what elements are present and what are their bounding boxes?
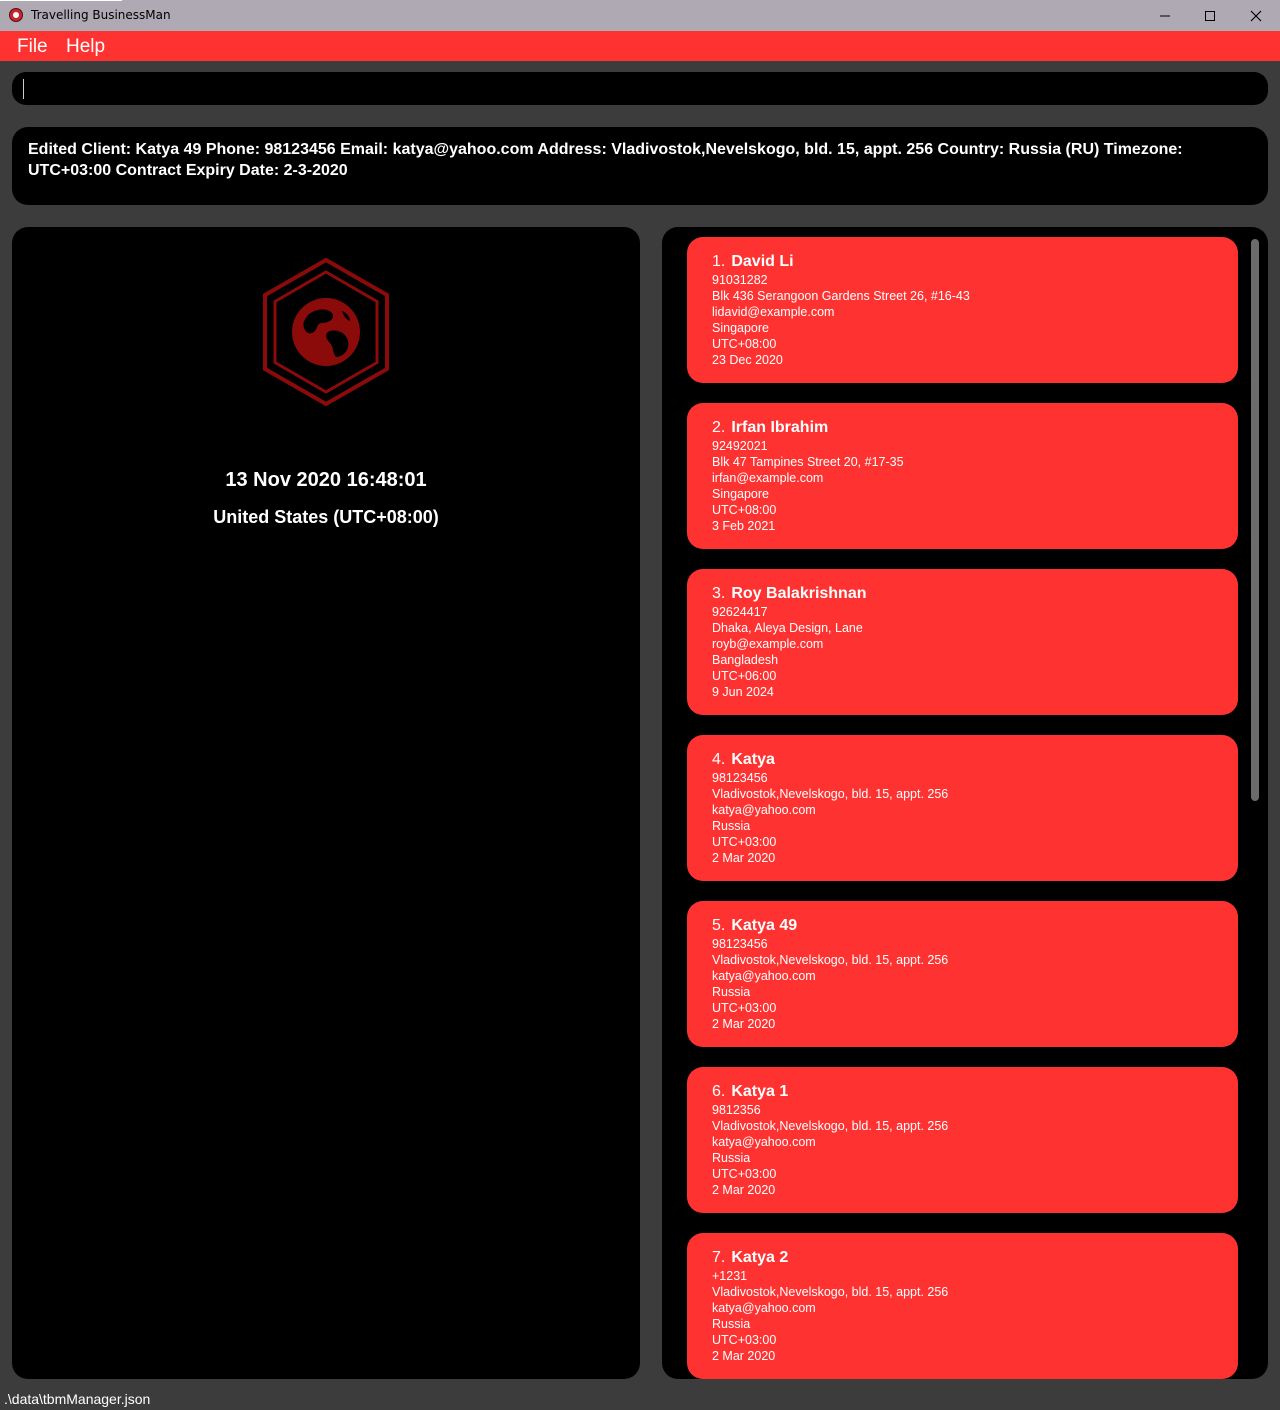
client-name: Roy Balakrishnan: [731, 585, 867, 602]
client-index: 3.: [712, 585, 726, 602]
client-email: royb@example.com: [712, 637, 824, 651]
client-index: 1.: [712, 253, 726, 270]
client-country: Singapore: [712, 487, 769, 501]
clock-datetime: 13 Nov 2020 16:48:01: [225, 469, 427, 491]
text-caret: [23, 79, 24, 99]
client-name: Katya 49: [731, 917, 798, 934]
client-timezone: UTC+03:00: [712, 1001, 777, 1015]
client-address: Vladivostok,Nevelskogo, bld. 15, appt. 2…: [712, 787, 949, 801]
client-country: Russia: [712, 985, 751, 999]
client-address: Blk 47 Tampines Street 20, #17-35: [712, 455, 904, 469]
client-phone: +1231: [712, 1269, 748, 1283]
menu-file[interactable]: File: [17, 36, 48, 58]
menu-help[interactable]: Help: [66, 36, 105, 58]
client-address: Vladivostok,Nevelskogo, bld. 15, appt. 2…: [712, 1285, 949, 1299]
clock-panel: 13 Nov 2020 16:48:01 United States (UTC+…: [12, 227, 640, 1379]
client-address: Blk 436 Serangoon Gardens Street 26, #16…: [712, 289, 970, 303]
minimize-button[interactable]: [1142, 0, 1188, 31]
client-phone: 98123456: [712, 937, 768, 951]
status-bar: .\data\tbmManager.json: [0, 1390, 1280, 1410]
client-expiry: 9 Jun 2024: [712, 685, 774, 699]
client-timezone: UTC+03:00: [712, 1333, 777, 1347]
client-name: Irfan Ibrahim: [731, 419, 829, 436]
client-country: Singapore: [712, 321, 769, 335]
client-email: katya@yahoo.com: [712, 803, 816, 817]
clock-location: United States (UTC+08:00): [213, 507, 439, 527]
client-index: 6.: [712, 1083, 726, 1100]
client-expiry: 3 Feb 2021: [712, 519, 776, 533]
scrollbar-thumb[interactable]: [1251, 239, 1259, 801]
client-address: Vladivostok,Nevelskogo, bld. 15, appt. 2…: [712, 953, 949, 967]
client-phone: 92492021: [712, 439, 768, 453]
client-name: David Li: [731, 253, 794, 270]
title-bar: Travelling BusinessMan: [0, 0, 1280, 31]
client-country: Russia: [712, 1151, 751, 1165]
client-email: katya@yahoo.com: [712, 1301, 816, 1315]
close-button[interactable]: [1233, 0, 1279, 31]
client-list-panel: 1. David Li 91031282 Blk 436 Serangoon Ga…: [662, 227, 1268, 1379]
client-email: katya@yahoo.com: [712, 1135, 816, 1149]
client-timezone: UTC+06:00: [712, 669, 777, 683]
command-input[interactable]: [24, 78, 1258, 102]
client-card[interactable]: 4. Katya 98123456 Vladivostok,Nevelskogo,…: [687, 735, 1238, 881]
client-phone: 91031282: [712, 273, 768, 287]
client-index: 4.: [712, 751, 726, 768]
menu-bar: File Help: [0, 31, 1280, 61]
client-country: Russia: [712, 819, 751, 833]
client-card[interactable]: 3. Roy Balakrishnan 92624417 Dhaka, Aleya…: [687, 569, 1238, 715]
client-email: katya@yahoo.com: [712, 969, 816, 983]
globe-hexagon-icon: [263, 257, 389, 407]
maximize-icon: [1205, 10, 1215, 21]
client-card[interactable]: 2. Irfan Ibrahim 92492021 Blk 47 Tampines…: [687, 403, 1238, 549]
minimize-icon: [1160, 15, 1170, 16]
client-expiry: 2 Mar 2020: [712, 1017, 776, 1031]
client-country: Bangladesh: [712, 653, 779, 667]
result-message: Edited Client: Katya 49 Phone: 98123456 …: [28, 141, 1183, 179]
client-email: irfan@example.com: [712, 471, 824, 485]
title-accent-line: [0, 0, 122, 1]
client-phone: 92624417: [712, 605, 768, 619]
client-card[interactable]: 5. Katya 49 98123456 Vladivostok,Nevelsko…: [687, 901, 1238, 1047]
client-timezone: UTC+08:00: [712, 503, 777, 517]
client-name: Katya: [731, 751, 775, 768]
command-box: [12, 72, 1268, 105]
result-display: Edited Client: Katya 49 Phone: 98123456 …: [12, 127, 1268, 205]
client-card[interactable]: 7. Katya 2 +1231 Vladivostok,Nevelskogo, …: [687, 1233, 1238, 1379]
client-timezone: UTC+03:00: [712, 1167, 777, 1181]
client-expiry: 23 Dec 2020: [712, 353, 783, 367]
client-phone: 9812356: [712, 1103, 761, 1117]
client-address: Vladivostok,Nevelskogo, bld. 15, appt. 2…: [712, 1119, 949, 1133]
client-card[interactable]: 6. Katya 1 9812356 Vladivostok,Nevelskogo…: [687, 1067, 1238, 1213]
client-expiry: 2 Mar 2020: [712, 1349, 776, 1363]
client-timezone: UTC+08:00: [712, 337, 777, 351]
window-title: Travelling BusinessMan: [31, 8, 171, 22]
client-expiry: 2 Mar 2020: [712, 851, 776, 865]
client-name: Katya 2: [731, 1249, 789, 1266]
close-icon: [1250, 10, 1262, 21]
client-address: Dhaka, Aleya Design, Lane: [712, 621, 863, 635]
client-index: 7.: [712, 1249, 726, 1266]
client-index: 2.: [712, 419, 726, 436]
client-country: Russia: [712, 1317, 751, 1331]
client-index: 5.: [712, 917, 726, 934]
client-name: Katya 1: [731, 1083, 789, 1100]
client-phone: 98123456: [712, 771, 768, 785]
save-file-path: .\data\tbmManager.json: [4, 1391, 151, 1407]
app-icon: [9, 8, 23, 22]
client-expiry: 2 Mar 2020: [712, 1183, 776, 1197]
client-card[interactable]: 1. David Li 91031282 Blk 436 Serangoon Ga…: [687, 237, 1238, 383]
maximize-button[interactable]: [1187, 0, 1233, 31]
client-email: lidavid@example.com: [712, 305, 835, 319]
client-timezone: UTC+03:00: [712, 835, 777, 849]
